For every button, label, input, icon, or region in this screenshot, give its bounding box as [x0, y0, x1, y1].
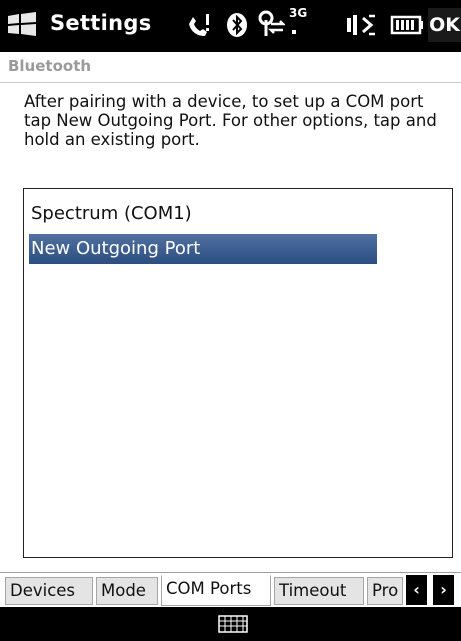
tab-devices[interactable]: Devices [5, 577, 93, 605]
instructions-text: After pairing with a device, to set up a… [24, 92, 437, 149]
page-title: Settings [50, 11, 152, 35]
tab-scroll-right-icon[interactable]: › [433, 575, 454, 605]
keyboard-icon[interactable] [218, 615, 248, 633]
section-title: Bluetooth [8, 57, 92, 75]
bottom-menu-bar [0, 607, 461, 641]
list-item-spectrum-com1[interactable]: Spectrum (COM1) [29, 199, 192, 229]
tab-mode[interactable]: Mode [96, 577, 158, 605]
battery-icon[interactable] [390, 10, 424, 40]
tab-com-ports[interactable]: COM Ports [161, 575, 271, 606]
phone-call-icon[interactable] [185, 10, 215, 40]
list-item-new-outgoing-port[interactable]: New Outgoing Port [29, 234, 377, 264]
tab-bar: Devices Mode COM Ports Timeout Pro ‹ › [0, 572, 461, 607]
com-port-list[interactable]: Spectrum (COM1) New Outgoing Port [23, 188, 453, 558]
ok-button[interactable]: OK [428, 8, 461, 42]
title-bar: Settings 3G OK [0, 0, 461, 52]
section-header: Bluetooth [0, 52, 461, 83]
windows-logo-icon[interactable] [6, 12, 38, 38]
volume-icon[interactable] [345, 10, 377, 40]
tab-pro[interactable]: Pro [367, 577, 403, 605]
network-dot-icon [292, 30, 296, 34]
tab-timeout[interactable]: Timeout [274, 577, 364, 605]
signal-icon[interactable] [257, 10, 285, 40]
tab-scroll-left-icon[interactable]: ‹ [406, 575, 427, 605]
bluetooth-icon[interactable] [225, 10, 249, 40]
